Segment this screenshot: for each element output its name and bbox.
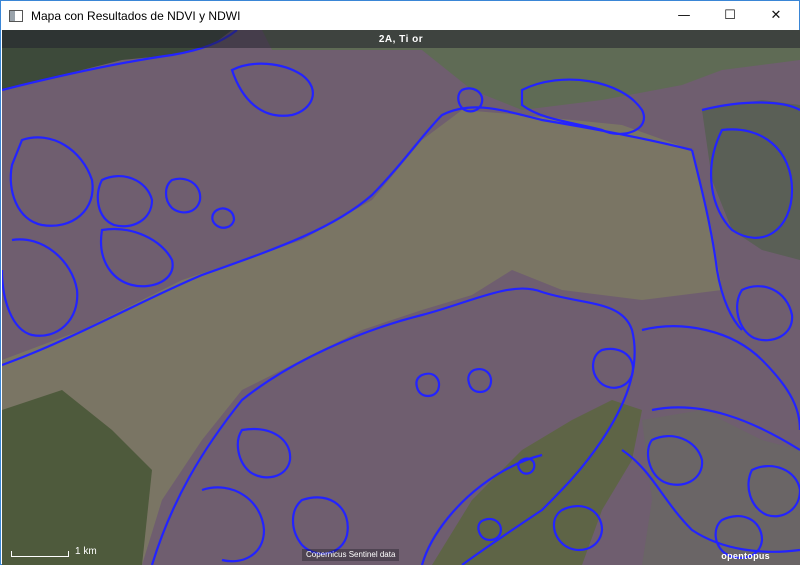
- scale-line: [11, 551, 69, 557]
- map-header-label: 2A, Ti or: [378, 33, 424, 45]
- minimize-button[interactable]: —: [661, 1, 707, 30]
- satellite-imagery: [2, 30, 800, 565]
- scale-label: 1 km: [75, 546, 97, 557]
- app-icon: [9, 9, 23, 22]
- map-header-bar: 2A, Ti or: [2, 30, 800, 48]
- scale-bar: 1 km: [11, 547, 97, 557]
- window-title: Mapa con Resultados de NDVI y NDWI: [31, 8, 241, 23]
- map-attribution[interactable]: Copernicus Sentinel data: [302, 549, 400, 561]
- maximize-button[interactable]: ☐: [707, 1, 753, 30]
- app-window: Mapa con Resultados de NDVI y NDWI — ☐ ✕: [0, 0, 800, 565]
- map-logo: opentopus: [721, 551, 770, 561]
- title-bar[interactable]: Mapa con Resultados de NDVI y NDWI — ☐ ✕: [1, 1, 799, 30]
- close-button[interactable]: ✕: [753, 1, 799, 30]
- map-view[interactable]: 2A, Ti or 1 km Copernicus Sentinel data …: [2, 30, 800, 565]
